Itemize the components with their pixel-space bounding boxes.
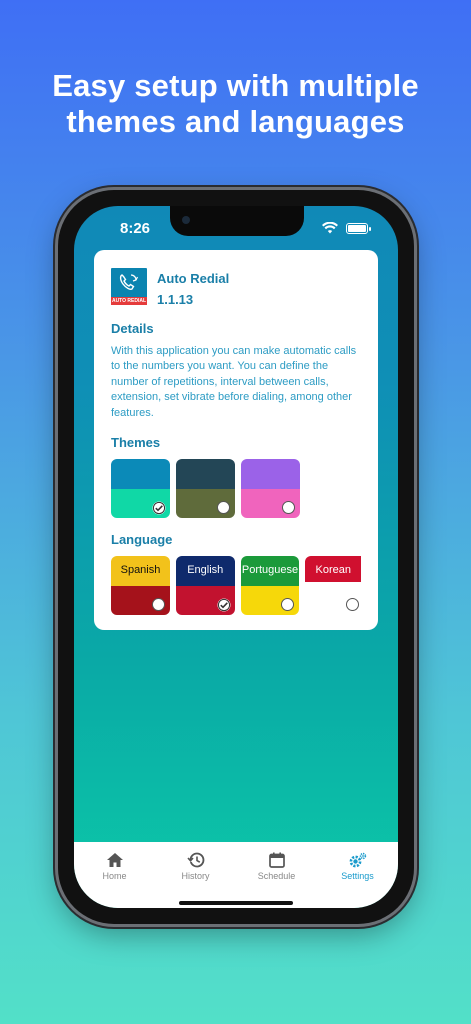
- theme-option-1[interactable]: [111, 459, 170, 519]
- tab-label: Schedule: [257, 871, 296, 881]
- app-logo-band: AUTO REDIAL: [111, 297, 147, 305]
- app-name: Auto Redial: [157, 271, 230, 286]
- headline-line-2: themes and languages: [66, 104, 405, 139]
- language-radio: [346, 598, 360, 612]
- themes-title: Themes: [111, 435, 161, 451]
- language-radio: [217, 598, 230, 612]
- status-time: 8:26: [120, 220, 151, 237]
- headline: Easy setup with multiple themes and lang…: [0, 68, 471, 140]
- tab-home[interactable]: Home: [74, 842, 155, 908]
- phone-volume-up: [53, 352, 57, 408]
- details-title: Details: [111, 321, 154, 336]
- theme-top-color: [241, 459, 300, 489]
- language-option-korean[interactable]: Korean: [305, 556, 362, 616]
- status-icons: [322, 222, 371, 234]
- tab-label: Settings: [341, 871, 374, 881]
- language-label: Portuguese: [241, 564, 299, 577]
- language-options: Spanish English Portuguese Korean: [111, 556, 362, 616]
- tab-label: Home: [102, 871, 127, 881]
- app-version: 1.1.13: [157, 292, 194, 307]
- phone-power-button: [414, 390, 418, 470]
- home-icon: [106, 853, 123, 867]
- notch: [170, 206, 304, 236]
- phone-volume-down: [53, 418, 57, 474]
- tab-settings[interactable]: Settings: [317, 842, 398, 908]
- language-label: Spanish: [120, 564, 161, 577]
- calendar-icon: [268, 852, 285, 868]
- theme-options: [111, 459, 361, 519]
- language-option-english[interactable]: English: [175, 556, 235, 616]
- phone-screen: 8:26 AUTO REDIAL Auto Redial 1.1.13 Deta…: [74, 206, 398, 908]
- language-label: Korean: [315, 564, 351, 577]
- theme-radio: [282, 501, 295, 515]
- language-label: English: [187, 564, 224, 577]
- language-option-portuguese[interactable]: Portuguese: [240, 556, 300, 616]
- home-indicator: [179, 901, 293, 905]
- theme-option-2[interactable]: [176, 459, 235, 519]
- history-icon: [186, 852, 204, 868]
- theme-top-color: [111, 459, 170, 489]
- check-icon: [217, 598, 230, 612]
- theme-radio: [152, 501, 166, 515]
- tab-history[interactable]: History: [155, 842, 236, 908]
- tab-schedule[interactable]: Schedule: [236, 842, 317, 908]
- camera-icon: [182, 216, 190, 224]
- phone-redial-icon: [119, 274, 139, 290]
- theme-radio: [217, 501, 230, 515]
- details-text: With this application you can make autom…: [111, 345, 357, 419]
- check-icon: [152, 501, 166, 515]
- tab-bar: Home History Schedule Settings: [74, 842, 398, 908]
- language-option-spanish[interactable]: Spanish: [111, 556, 170, 616]
- language-title: Language: [111, 532, 173, 548]
- wifi-icon: [322, 222, 338, 234]
- phone-mute-switch: [53, 300, 57, 328]
- app-logo-icon: AUTO REDIAL: [111, 268, 147, 305]
- tab-label: History: [181, 871, 210, 881]
- theme-option-3[interactable]: [241, 459, 300, 519]
- app-header: AUTO REDIAL Auto Redial 1.1.13: [111, 268, 361, 307]
- theme-top-color: [176, 459, 235, 489]
- settings-card: AUTO REDIAL Auto Redial 1.1.13 Details W…: [94, 250, 378, 630]
- app-info: Auto Redial 1.1.13: [157, 268, 229, 307]
- settings-icon: [349, 852, 366, 868]
- battery-icon: [346, 222, 371, 234]
- headline-line-1: Easy setup with multiple: [52, 68, 419, 103]
- language-radio: [151, 598, 165, 612]
